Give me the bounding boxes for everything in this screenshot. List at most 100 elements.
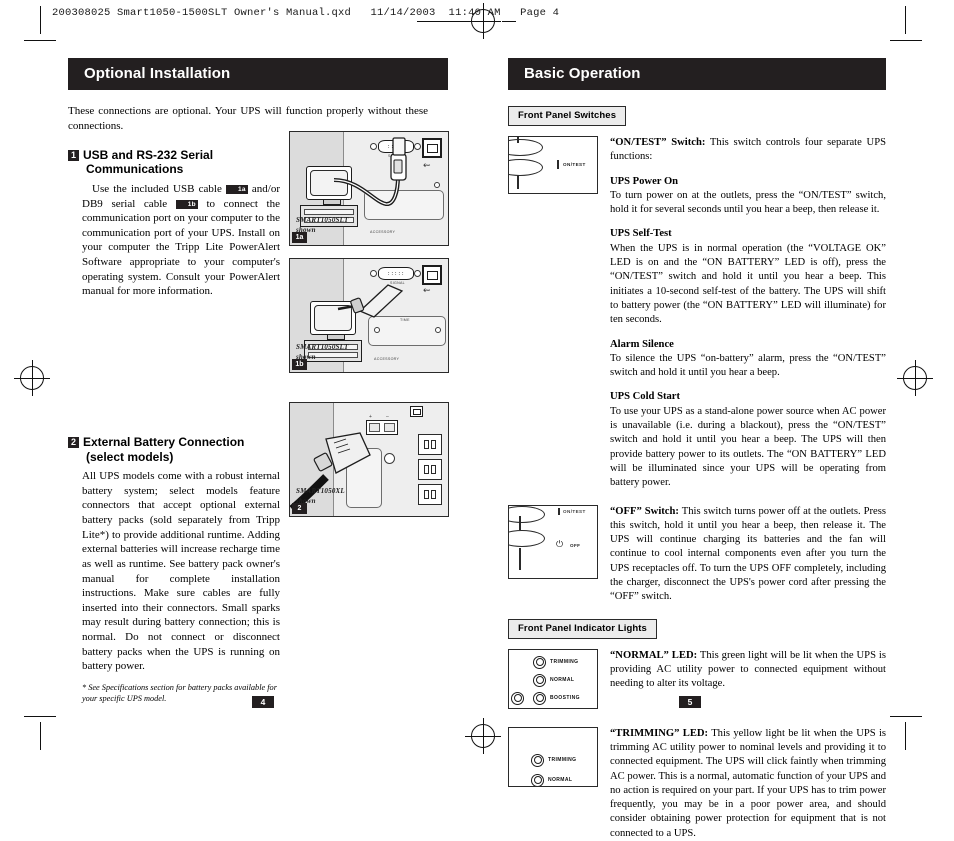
off-switch-row: ON/TEST ⏻ OFF “OFF” Switch: This switch … [508, 504, 886, 605]
off-switch-description: “OFF” Switch: This switch turns power of… [610, 505, 886, 605]
trimming-led-lead: “TRIMMING” LED: [610, 727, 709, 739]
sub-alarm-silence: Alarm Silence To silence the UPS “on-bat… [610, 338, 886, 381]
crop-mark-right-horizontal-bottom [890, 716, 922, 717]
header-rule-right [502, 21, 516, 22]
section-number-badge: 2 [68, 436, 79, 448]
front-panel-switches-capsule: Front Panel Switches [508, 106, 627, 126]
on-test-switch-figure: ON/TEST [508, 136, 598, 194]
section-heading-line-1: USB and RS-232 Serial [83, 147, 214, 162]
page-number-right: 5 [679, 696, 701, 708]
led-normal: NORMAL [531, 773, 573, 786]
crop-mark-right-bottom-vertical [905, 722, 906, 750]
external-battery-footnote: * See Specifications section for battery… [82, 682, 277, 703]
normal-led-description: “NORMAL” LED: This green light will be l… [610, 649, 886, 692]
section-heading-line-2: Communications [86, 162, 184, 177]
led-normal: NORMAL [533, 673, 575, 687]
section-heading-usb-serial: 1 USB and RS-232 Serial Communications [68, 148, 273, 177]
coil-ellipse [509, 529, 545, 547]
usb-body-part-3: to connect the communication port on you… [82, 197, 280, 298]
led-boosting: BOOSTING [533, 691, 580, 705]
sub-text: To silence the UPS “on-battery” alarm, p… [610, 352, 886, 379]
external-battery-body-text: All UPS models come with a robust intern… [82, 470, 280, 673]
on-test-button-bar[interactable] [557, 160, 559, 169]
off-switch-figure: ON/TEST ⏻ OFF [508, 504, 598, 579]
right-page-column: Basic Operation Front Panel Switches ON/… [508, 58, 886, 841]
figure-usb-connection: ::::: SIGNAL ⇜ ACCESSORY SMART1050SLT sh… [289, 131, 449, 246]
normal-led-lead: “NORMAL” LED: [610, 649, 698, 661]
led-trimming: TRIMMING [533, 655, 579, 669]
registration-mark-bottom [465, 718, 501, 754]
optional-installation-intro: These connections are optional. Your UPS… [68, 105, 428, 132]
sub-title: UPS Power On [610, 175, 679, 187]
trimming-led-row: TRIMMING NORMAL “TRIMMING” LED: This yel… [508, 726, 886, 841]
section-number-badge: 1 [68, 149, 79, 161]
coil-edge [517, 137, 519, 143]
coil-ellipse [509, 159, 543, 176]
manual-page-spread: 200308025 Smart1050-1500SLT Owner's Manu… [0, 0, 954, 839]
basic-operation-heading: Basic Operation [508, 58, 886, 90]
led-label: NORMAL [550, 677, 575, 684]
coil-ellipse [509, 139, 543, 156]
on-test-switch-label: ON/TEST [563, 162, 586, 167]
power-symbol-icon: ⏻ [556, 538, 564, 549]
figure-serial-connection: ::::: SIGNAL ⇜ TIME ACCESSORY SMART1050S… [289, 258, 449, 373]
sub-title: UPS Cold Start [610, 391, 681, 403]
sub-text: To use your UPS as a stand-alone power s… [610, 405, 886, 489]
coil-edge [519, 547, 521, 570]
led-panel-figure-normal: TRIMMING NORMAL BOOSTING [508, 648, 598, 709]
on-test-description: “ON/TEST” Switch: This switch controls f… [610, 136, 886, 491]
registration-mark-left [14, 360, 50, 396]
section-heading-external-battery: 2 External Battery Connection (select mo… [68, 435, 283, 464]
figure-tag-2: 2 [292, 503, 307, 514]
front-panel-indicator-lights-capsule: Front Panel Indicator Lights [508, 618, 657, 639]
trimming-led-description: “TRIMMING” LED: This yellow light be lit… [610, 727, 886, 841]
figure-caption-line-1: SMART1050SLT [296, 216, 349, 225]
sub-title: Alarm Silence [610, 338, 674, 350]
on-test-button-bar[interactable] [558, 507, 560, 515]
section-heading-line-1: External Battery Connection [83, 434, 245, 449]
usb-body-part-1: Use the included USB cable [92, 182, 227, 195]
crop-mark-left-horizontal-bottom [24, 716, 56, 717]
trimming-led-lead-text: This yellow light be lit when the UPS is… [610, 727, 887, 839]
switch-coil-graphic [509, 137, 551, 189]
crop-mark-left-vertical [40, 6, 41, 34]
on-test-row: ON/TEST “ON/TEST” Switch: This switch co… [508, 136, 886, 491]
sub-ups-self-test: UPS Self-Test When the UPS is in normal … [610, 227, 886, 327]
off-figure-on-test-label: ON/TEST [563, 508, 586, 514]
led-ring-icon [531, 773, 544, 786]
led-label: TRIMMING [550, 659, 579, 666]
led-label: NORMAL [548, 777, 573, 784]
crop-mark-left-horizontal-top [24, 40, 56, 41]
crop-mark-left-bottom-vertical [40, 722, 41, 750]
figure-caption-line-1: SMART1050XL [296, 487, 345, 496]
figure-tag-1b: 1b [292, 359, 307, 370]
registration-mark-right [897, 360, 933, 396]
led-label: TRIMMING [548, 757, 577, 764]
coil-ellipse [509, 505, 545, 523]
optional-installation-heading: Optional Installation [68, 58, 448, 90]
off-lead: “OFF” Switch: [610, 505, 679, 517]
crop-mark-right-vertical [905, 6, 906, 34]
inline-ref-tag-1a: 1a [226, 184, 248, 194]
led-panel-figure-trimming: TRIMMING NORMAL [508, 726, 598, 787]
led-partial-left [511, 691, 524, 705]
off-switch-label: OFF [570, 542, 581, 548]
figure-caption-line-1: SMART1050SLT [296, 343, 349, 352]
coil-edge [519, 515, 521, 530]
section-heading-line-2: (select models) [86, 449, 174, 464]
sub-text: When the UPS is in normal operation (the… [610, 242, 886, 326]
sub-ups-cold-start: UPS Cold Start To use your UPS as a stan… [610, 390, 886, 490]
sub-text: To turn power on at the outlets, press t… [610, 189, 886, 216]
coil-edge [517, 175, 519, 189]
switch-coil-graphic [509, 505, 551, 574]
led-ring-icon [533, 673, 546, 687]
page-number-left: 4 [252, 696, 274, 708]
led-ring-icon [533, 655, 546, 669]
usb-serial-body-text: Use the included USB cable 1a and/or DB9… [82, 182, 280, 299]
led-label: BOOSTING [550, 695, 580, 702]
off-lead-text: This switch turns power off at the outle… [610, 505, 886, 603]
led-ring-icon [533, 691, 546, 705]
on-test-lead: “ON/TEST” Switch: [610, 137, 706, 148]
figure-external-battery: + – SMART1050XL shown 2 [289, 402, 449, 517]
prepress-header-line: 200308025 Smart1050-1500SLT Owner's Manu… [52, 7, 560, 19]
